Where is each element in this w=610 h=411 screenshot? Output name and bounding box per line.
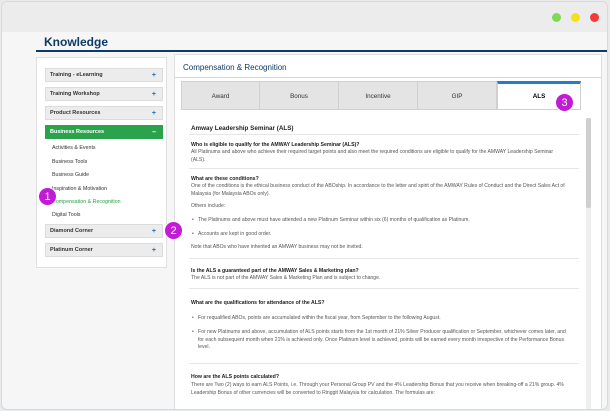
- sidebar-subitem-activities-events[interactable]: Activities & Events: [52, 145, 96, 151]
- sidebar-item-label: Diamond Corner: [50, 228, 94, 234]
- content-panel: Compensation & Recognition Award Bonus I…: [174, 54, 602, 409]
- faq-question: What are the qualifications for attendan…: [191, 300, 325, 306]
- tab-gip[interactable]: GIP: [417, 81, 497, 110]
- sidebar-item-label: Training - eLearning: [50, 72, 103, 78]
- sidebar-item-label: Product Resources: [50, 110, 101, 116]
- plus-icon: +: [151, 228, 156, 235]
- sidebar: Training - eLearning + Training Workshop…: [36, 57, 167, 268]
- faq-note: Note that ABOs who have inherited an AMW…: [191, 244, 363, 250]
- faq-question: What are these conditions?: [191, 176, 259, 182]
- plus-icon: +: [151, 72, 156, 79]
- close-button[interactable]: [590, 13, 599, 22]
- faq-divider: [189, 363, 579, 364]
- faq-divider: [189, 288, 579, 289]
- page-title: Knowledge: [44, 35, 109, 49]
- faq-bullet: For new Platinums and above, accumulatio…: [192, 329, 566, 352]
- sidebar-item-label: Business Resources: [50, 129, 105, 135]
- faq-answer: The ALS is not part of the AMWAY Sales &…: [191, 275, 381, 281]
- faq-answer: There are Two (2) ways to earn ALS Point…: [191, 382, 564, 396]
- tab-bonus[interactable]: Bonus: [259, 81, 339, 110]
- title-divider: [36, 50, 607, 52]
- faq-bullet: For requalified ABOs, points are accumul…: [192, 315, 566, 323]
- callout-badge: 3: [555, 93, 574, 112]
- sidebar-item-training-elearning[interactable]: Training - eLearning +: [45, 68, 163, 82]
- faq-question: Who is eligible to qualify for the AMWAY…: [191, 142, 360, 148]
- sidebar-subitem-digital-tools[interactable]: Digital Tools: [52, 212, 80, 218]
- sidebar-item-product-resources[interactable]: Product Resources +: [45, 106, 163, 120]
- minimize-button[interactable]: [571, 13, 580, 22]
- sidebar-item-diamond-corner[interactable]: Diamond Corner +: [45, 224, 163, 238]
- plus-icon: +: [151, 247, 156, 254]
- plus-icon: +: [151, 91, 156, 98]
- panel-divider: [175, 77, 601, 78]
- faq-divider: [189, 258, 579, 259]
- sidebar-subitem-business-tools[interactable]: Business Tools: [52, 159, 87, 165]
- sidebar-item-label: Platinum Corner: [50, 247, 93, 253]
- sidebar-subitem-compensation-recognition[interactable]: Compensation & Recognition: [52, 199, 121, 205]
- scrollbar-thumb[interactable]: [586, 118, 591, 208]
- panel-title: Compensation & Recognition: [183, 63, 287, 72]
- sidebar-item-platinum-corner[interactable]: Platinum Corner +: [45, 243, 163, 257]
- maximize-button[interactable]: [552, 13, 561, 22]
- section-title: Amway Leadership Seminar (ALS): [191, 125, 294, 132]
- faq-question: Is the ALS a guaranteed part of the AMWA…: [191, 268, 359, 274]
- title-bar: [2, 2, 607, 32]
- callout-badge: 1: [38, 187, 57, 206]
- faq-question: How are the ALS points calculated?: [191, 374, 280, 380]
- faq-bullet: The Platinums and above must have attend…: [192, 217, 566, 225]
- tab-award[interactable]: Award: [181, 81, 260, 110]
- faq-divider: [189, 168, 579, 169]
- faq-answer: One of the conditions is the ethical bus…: [191, 183, 565, 197]
- faq-answer-others: Others include:: [191, 203, 226, 209]
- minus-icon: –: [152, 129, 156, 136]
- sidebar-item-training-workshop[interactable]: Training Workshop +: [45, 87, 163, 101]
- app-window: Knowledge Training - eLearning + Trainin…: [1, 1, 608, 410]
- section-divider: [189, 134, 579, 135]
- faq-answer: All Platinums and above who achieve thei…: [191, 149, 554, 163]
- tab-incentive[interactable]: Incentive: [338, 81, 418, 110]
- sidebar-subitem-business-guide[interactable]: Business Guide: [52, 172, 89, 178]
- sidebar-item-business-resources[interactable]: Business Resources –: [45, 125, 163, 139]
- faq-content: Amway Leadership Seminar (ALS) Who is el…: [183, 118, 585, 409]
- content-scrollbar[interactable]: [586, 118, 591, 409]
- sidebar-subitem-inspiration-motivation[interactable]: Inspiration & Motivation: [52, 186, 107, 192]
- sidebar-item-label: Training Workshop: [50, 91, 100, 97]
- plus-icon: +: [151, 110, 156, 117]
- faq-bullet: Accounts are kept in good order.: [192, 231, 566, 239]
- callout-badge: 2: [164, 221, 183, 240]
